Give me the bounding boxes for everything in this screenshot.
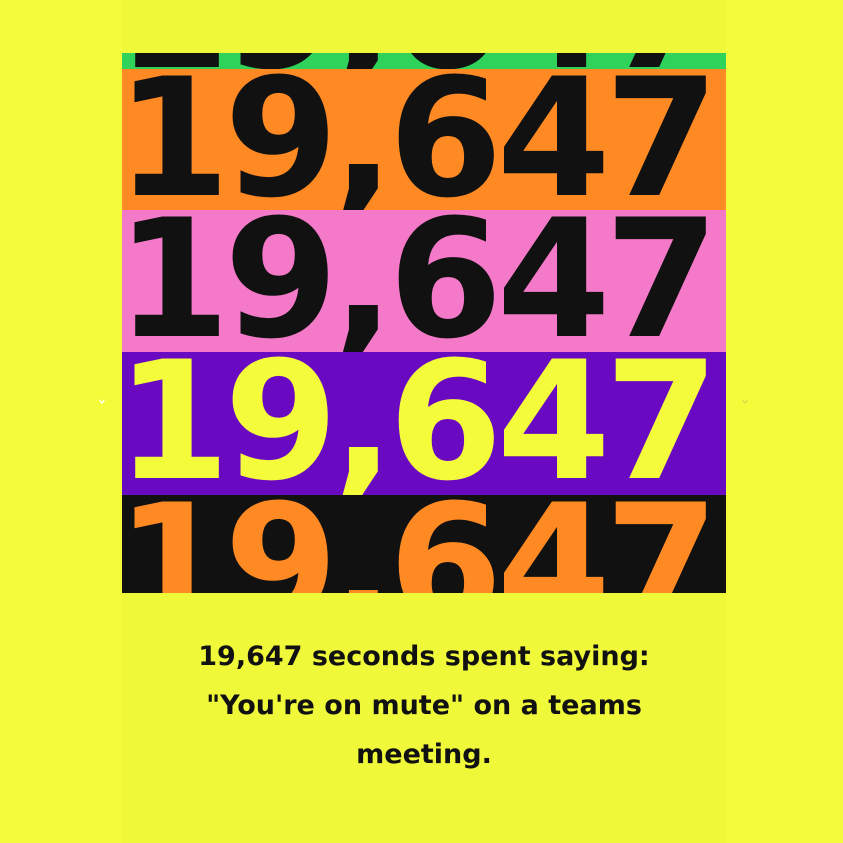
band-number: 19,647 [122,53,726,69]
caption-line-2: "You're on mute" on a teams [206,690,642,721]
right-edge-mark-icon: ˇ [740,397,750,421]
band-number: 19,647 [122,495,719,593]
band-purple: 19,647 [122,352,726,495]
number-stack-graphic: 19,647 19,647 19,647 19,647 19,647 [122,53,726,593]
band-number: 19,647 [122,69,719,210]
caption: 19,647 seconds spent saying: "You're on … [122,632,726,779]
band-green: 19,647 [122,53,726,69]
caption-line-1: 19,647 seconds spent saying: [198,641,650,672]
band-number: 19,647 [122,352,719,495]
band-number: 19,647 [122,210,719,352]
left-edge-mark-icon: ˇ [97,397,107,421]
band-orange: 19,647 [122,69,726,210]
caption-line-3: meeting. [356,739,492,770]
band-black: 19,647 [122,495,726,593]
band-pink: 19,647 [122,210,726,352]
